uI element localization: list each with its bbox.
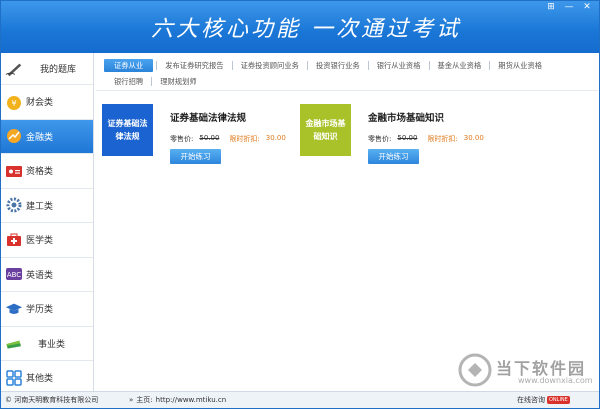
sidebar-item-label: 英语类 (26, 270, 54, 281)
homepage-link-group: » 主页: http://www.mtiku.cn (129, 395, 226, 405)
tab-divider (489, 61, 491, 70)
svg-text:¥: ¥ (11, 99, 16, 108)
window-minimize-icon[interactable]: — (561, 2, 577, 13)
app-window: 六大核心功能 一次通过考试 ⊞ — ✕ 我的题库 ¥ 财会类 金融类 资格类 建… (0, 0, 600, 409)
sidebar-item-english[interactable]: ABC 英语类 (1, 258, 93, 292)
course-card: 证券基础法律法规 证券基础法律法规 零售价: 50.00 限时折扣: 30.00… (102, 104, 292, 166)
sidebar-item-label: 资格类 (26, 167, 54, 178)
window-controls: ⊞ — ✕ (543, 2, 595, 13)
start-practice-button[interactable]: 开始练习 (170, 149, 221, 164)
finance-chart-icon (5, 127, 23, 145)
sidebar-item-accounting[interactable]: ¥ 财会类 (1, 85, 93, 120)
arrow-right-icon: » (129, 396, 134, 404)
svg-text:ABC: ABC (7, 271, 21, 279)
course-cover[interactable]: 证券基础法律法规 (102, 104, 153, 156)
course-card: 金融市场基础知识 金融市场基础知识 零售价: 50.00 限时折扣: 30.00… (300, 104, 490, 166)
gear-icon (5, 196, 23, 214)
sidebar-item-public-service[interactable]: 事业类 (1, 327, 93, 361)
homepage-label: 主页: (136, 396, 153, 404)
sidebar-item-finance[interactable]: 金融类 (1, 119, 93, 154)
course-price-row: 零售价: 50.00 限时折扣: 30.00 (368, 134, 484, 144)
id-card-icon (5, 162, 23, 180)
watermark: 当下软件园 www.downxia.com (456, 353, 596, 389)
status-bar: © 河南天明教育科技有限公司 » 主页: http://www.mtiku.cn… (1, 391, 599, 408)
sidebar-item-label: 金融类 (26, 132, 54, 143)
retail-price-label: 零售价: (170, 135, 194, 143)
tab-row-2: 银行招聘 理财规划师 (104, 74, 594, 89)
tab-research-report[interactable]: 发布证券研究报告 (160, 59, 228, 72)
watermark-logo-icon (458, 353, 492, 387)
start-practice-button[interactable]: 开始练习 (368, 149, 419, 164)
tabs-divider-line (96, 90, 598, 91)
tab-bank-recruitment[interactable]: 银行招聘 (104, 75, 148, 88)
subcategory-tabs: 证券从业 发布证券研究报告 证券投资顾问业务 投资银行业务 银行从业资格 基金从… (104, 58, 594, 90)
window-restore-icon[interactable]: ⊞ (543, 2, 559, 13)
tab-fund-qualification[interactable]: 基金从业资格 (433, 59, 487, 72)
sidebar-item-label: 财会类 (26, 98, 54, 109)
retail-price-label: 零售价: (368, 135, 392, 143)
graduation-cap-icon (5, 300, 23, 318)
online-consult-label: 在线咨询 (517, 396, 545, 404)
course-title[interactable]: 金融市场基础知识 (368, 110, 444, 124)
english-badge-icon: ABC (5, 265, 23, 283)
watermark-url: www.downxia.com (518, 376, 593, 385)
sidebar-item-my-bank[interactable]: 我的题库 (1, 53, 93, 85)
coins-icon: ¥ (5, 93, 23, 111)
pencil-icon (5, 60, 23, 78)
tab-divider (306, 61, 308, 70)
online-consult-button[interactable]: 在线咨询 ONLINE (517, 395, 570, 405)
header-slogan: 六大核心功能 一次通过考试 (151, 17, 461, 42)
copyright-text: © 河南天明教育科技有限公司 (5, 396, 99, 404)
discount-price: 30.00 (463, 134, 484, 142)
discount-label: 限时折扣: (427, 135, 458, 143)
tab-divider (151, 77, 153, 86)
homepage-link[interactable]: http://www.mtiku.cn (156, 396, 227, 404)
course-cover[interactable]: 金融市场基础知识 (300, 104, 351, 156)
sidebar-item-label: 事业类 (38, 339, 66, 350)
header-banner: 六大核心功能 一次通过考试 ⊞ — ✕ (1, 1, 599, 53)
discount-price: 30.00 (265, 134, 286, 142)
online-badge: ONLINE (547, 396, 570, 404)
sidebar-item-label: 建工类 (26, 201, 54, 212)
course-price-row: 零售价: 50.00 限时折扣: 30.00 (170, 134, 286, 144)
medical-kit-icon (5, 231, 23, 249)
grid-icon (5, 369, 23, 387)
tab-futures-qualification[interactable]: 期货从业资格 (493, 59, 547, 72)
course-title[interactable]: 证券基础法律法规 (170, 110, 246, 124)
books-icon (5, 334, 23, 352)
sidebar-item-education[interactable]: 学历类 (1, 292, 93, 327)
discount-label: 限时折扣: (229, 135, 260, 143)
sidebar-item-medical[interactable]: 医学类 (1, 223, 93, 258)
tab-bank-qualification[interactable]: 银行从业资格 (372, 59, 426, 72)
sidebar-item-label: 我的题库 (40, 65, 77, 75)
tab-divider (231, 61, 233, 70)
tab-securities[interactable]: 证券从业 (104, 59, 154, 72)
sidebar-item-label: 医学类 (26, 236, 54, 247)
sidebar-item-label: 其他类 (26, 374, 54, 385)
retail-price: 50.00 (199, 134, 220, 142)
tab-investment-banking[interactable]: 投资银行业务 (311, 59, 365, 72)
tab-divider (367, 61, 369, 70)
tab-investment-advisor[interactable]: 证券投资顾问业务 (236, 59, 304, 72)
category-sidebar: 我的题库 ¥ 财会类 金融类 资格类 建工类 医学类 ABC 英语类 学历类 事… (1, 53, 94, 396)
sidebar-item-label: 学历类 (26, 305, 54, 316)
sidebar-item-qualification[interactable]: 资格类 (1, 154, 93, 189)
window-close-icon[interactable]: ✕ (579, 2, 595, 13)
sidebar-item-construction[interactable]: 建工类 (1, 189, 93, 223)
tab-financial-planner[interactable]: 理财规划师 (155, 75, 201, 88)
retail-price: 50.00 (397, 134, 418, 142)
tab-divider (156, 61, 158, 70)
tab-divider (428, 61, 430, 70)
tab-row-1: 证券从业 发布证券研究报告 证券投资顾问业务 投资银行业务 银行从业资格 基金从… (104, 58, 594, 73)
